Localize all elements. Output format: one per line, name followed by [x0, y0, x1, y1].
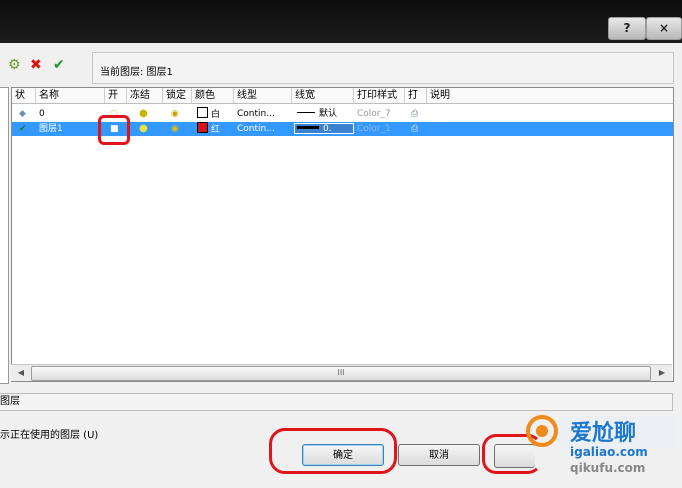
watermark-url: igaliao.com	[570, 445, 648, 459]
new-layer-icon[interactable]: ⚙	[8, 57, 21, 73]
current-check-icon: ✔	[19, 124, 27, 134]
ok-button[interactable]: 确定	[302, 444, 384, 466]
horizontal-scrollbar[interactable]: ◀ III ▶	[11, 364, 672, 381]
set-current-icon[interactable]: ✔	[53, 57, 65, 73]
col-linetype[interactable]: 线型	[234, 88, 292, 103]
watermark-url-secondary: qikufu.com	[570, 461, 646, 475]
col-color[interactable]: 颜色	[192, 88, 234, 103]
current-layer-label: 当前图层: 图层1	[100, 67, 173, 78]
col-name[interactable]: 名称	[36, 88, 105, 103]
lineweight-value: 默认	[319, 109, 338, 119]
title-bar: ? ×	[0, 0, 682, 43]
watermark-title: 爱尬聊	[570, 421, 637, 446]
layer-plot-style[interactable]: Color_1	[354, 122, 405, 136]
layer-state-icon: ◆	[19, 109, 26, 119]
col-freeze[interactable]: 冻结	[127, 88, 163, 103]
layer-name[interactable]: 0	[36, 107, 105, 121]
layer-linetype[interactable]: Contin...	[234, 107, 292, 121]
color-name: 白	[211, 110, 221, 120]
lineweight-sample	[297, 112, 315, 113]
table-row[interactable]: ✔ 图层1 ■ ● ◉ 红 Contin... 0. Color_1 ⎙	[12, 122, 673, 136]
sun-icon[interactable]: ●	[136, 122, 163, 136]
lineweight-sample	[297, 126, 319, 129]
layer-color[interactable]: 红	[194, 122, 234, 136]
show-used-layers-label[interactable]: 示正在使用的图层 (U)	[0, 426, 98, 441]
close-button[interactable]: ×	[646, 17, 682, 40]
color-name: 红	[211, 125, 221, 135]
col-on[interactable]: 开	[105, 88, 127, 103]
grid-header: 状 名称 开 冻结 锁定 颜色 线型 线宽 打印样式 打 说明	[12, 88, 673, 104]
lightbulb-icon[interactable]: ○	[107, 107, 127, 121]
layer-grid[interactable]: 状 名称 开 冻结 锁定 颜色 线型 线宽 打印样式 打 说明 ◆ 0 ○ ● …	[11, 87, 674, 382]
layer-name[interactable]: 图层1	[36, 122, 105, 136]
lineweight-display: 0.	[294, 124, 332, 134]
col-lock[interactable]: 锁定	[163, 88, 192, 103]
col-status[interactable]: 状	[12, 88, 36, 103]
printer-icon[interactable]: ⎙	[408, 107, 427, 121]
lock-icon[interactable]: ◉	[168, 107, 192, 121]
layer-lineweight[interactable]: 默认	[294, 107, 354, 121]
cancel-button[interactable]: 取消	[398, 444, 480, 466]
layer-plot-style[interactable]: Color_7	[354, 107, 405, 121]
current-layer-box	[92, 52, 674, 84]
layer-lineweight[interactable]: 0.	[294, 122, 354, 136]
scroll-thumb[interactable]: III	[31, 366, 651, 381]
scroll-left-icon[interactable]: ◀	[13, 365, 29, 381]
printer-icon[interactable]: ⎙	[408, 122, 427, 136]
delete-layer-icon[interactable]: ✖	[30, 57, 42, 73]
col-plot[interactable]: 打	[405, 88, 427, 103]
layer-linetype[interactable]: Contin...	[234, 122, 292, 136]
col-description[interactable]: 说明	[427, 88, 487, 103]
color-swatch	[197, 122, 208, 133]
scroll-right-icon[interactable]: ▶	[654, 365, 670, 381]
table-row[interactable]: ◆ 0 ○ ● ◉ 白 Contin... 默认 Color_7 ⎙	[12, 107, 673, 121]
layer-color[interactable]: 白	[194, 107, 234, 121]
sun-icon[interactable]: ●	[136, 107, 163, 121]
col-lineweight[interactable]: 线宽	[292, 88, 354, 103]
filter-tree-panel[interactable]	[0, 87, 9, 384]
site-watermark: 爱尬聊 igaliao.com qikufu.com	[518, 405, 682, 485]
lineweight-value: 0.	[323, 124, 332, 134]
col-plot-style[interactable]: 打印样式	[354, 88, 405, 103]
lock-icon[interactable]: ◉	[168, 122, 192, 136]
color-swatch	[197, 107, 208, 118]
lightbulb-icon[interactable]: ■	[107, 122, 127, 136]
help-button[interactable]: ?	[608, 17, 646, 40]
